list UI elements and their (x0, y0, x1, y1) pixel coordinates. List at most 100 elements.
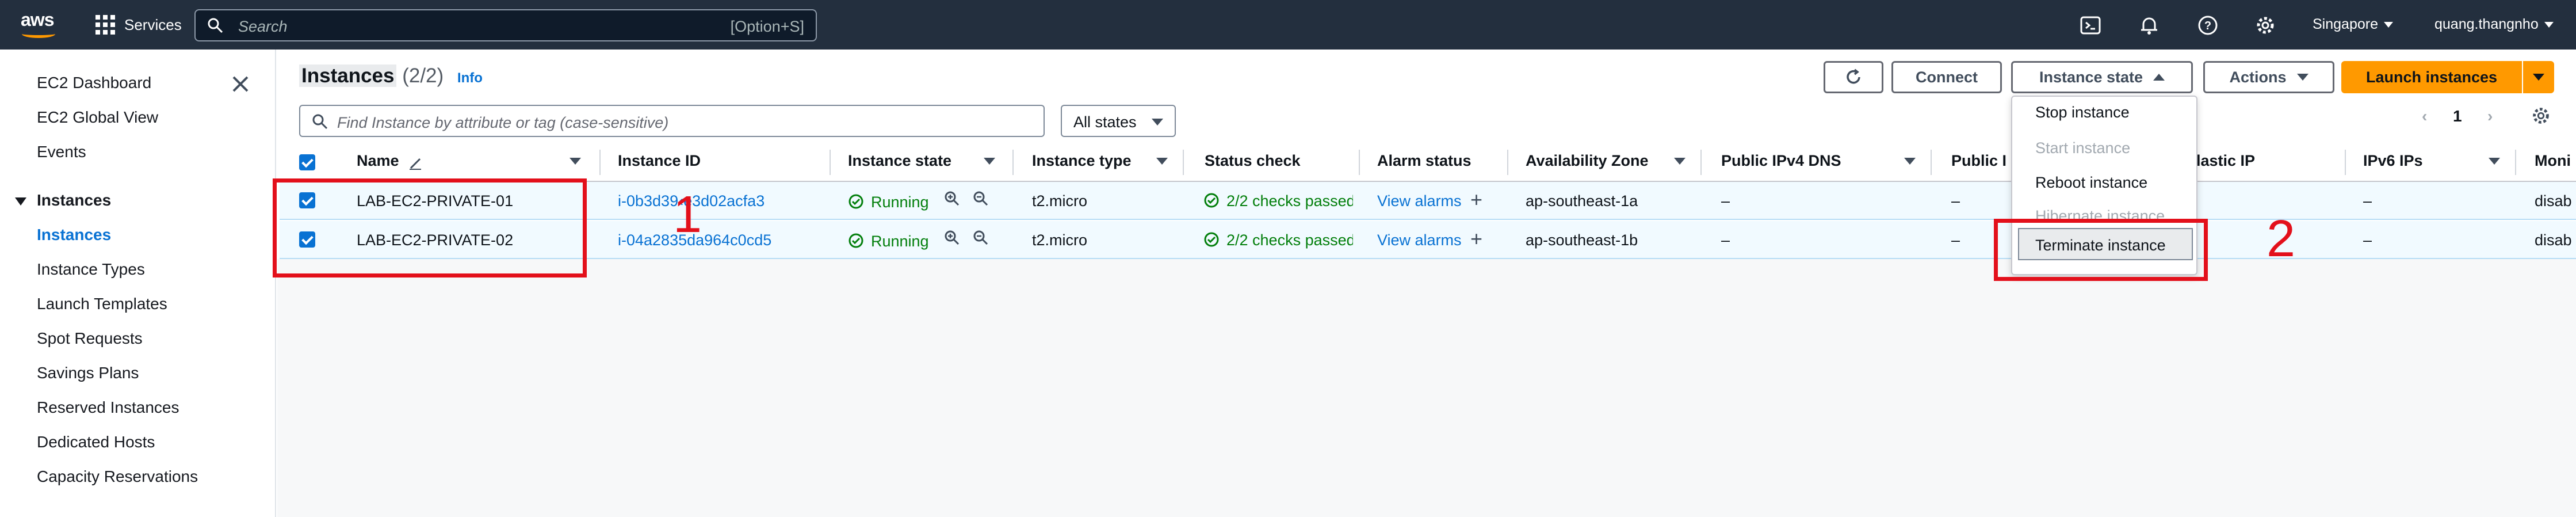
launch-instances-dropdown-button[interactable] (2523, 61, 2554, 93)
monitoring-value: disab (2535, 231, 2572, 249)
column-divider[interactable] (1183, 150, 1184, 175)
sidebar-item-launch-templates[interactable]: Launch Templates (37, 295, 167, 313)
zoom-out-icon[interactable] (972, 190, 989, 207)
global-search-input[interactable]: Search [Option+S] (194, 9, 817, 41)
column-header-instance-type[interactable]: Instance type (1032, 152, 1132, 170)
column-divider[interactable] (1012, 150, 1014, 175)
search-icon (208, 18, 223, 33)
status-check-cell: 2/2 checks passed (1203, 190, 1353, 213)
account-menu[interactable]: quang.thangnho (2434, 16, 2554, 33)
public-ipv4-dns-value: – (1721, 231, 1730, 249)
column-header-alarm-status[interactable]: Alarm status (1377, 152, 1472, 170)
public-ip-value: – (1951, 192, 1960, 210)
page-title-text: Instances (299, 64, 397, 87)
menu-item-stop-instance[interactable]: Stop instance (2035, 104, 2130, 121)
preferences-gear-icon[interactable] (2530, 105, 2552, 127)
column-divider[interactable] (1931, 150, 1932, 175)
success-check-icon (849, 233, 863, 248)
table-row[interactable]: LAB-EC2-PRIVATE-02 i-04a2835da964c0cd5 R… (280, 221, 2576, 259)
select-all-checkbox[interactable] (299, 154, 315, 170)
sidebar-section-label: Instances (37, 191, 112, 209)
sidebar-item-ec2-global-view[interactable]: EC2 Global View (37, 108, 158, 127)
previous-page-icon[interactable]: ‹ (2422, 107, 2427, 126)
refresh-icon (1847, 69, 1860, 84)
public-ipv4-dns-value: – (1721, 192, 1730, 210)
services-menu[interactable]: Services (95, 13, 182, 37)
sidebar-item-reserved-instances[interactable]: Reserved Instances (37, 398, 179, 417)
zoom-out-icon[interactable] (972, 229, 989, 246)
sidebar-item-instance-types[interactable]: Instance Types (37, 260, 145, 279)
notifications-bell-icon[interactable] (2138, 14, 2161, 37)
column-divider[interactable] (1700, 150, 1702, 175)
launch-instances-button[interactable]: Launch instances (2341, 61, 2522, 93)
sort-icon[interactable] (1904, 158, 1916, 165)
column-header-status-check[interactable]: Status check (1205, 152, 1301, 170)
states-select[interactable]: All states (1061, 105, 1176, 137)
instance-filter-input[interactable]: Find Instance by attribute or tag (case-… (299, 105, 1045, 137)
sidebar-item-spot-requests[interactable]: Spot Requests (37, 329, 143, 348)
column-divider[interactable] (830, 150, 831, 175)
region-selector[interactable]: Singapore (2313, 16, 2393, 33)
page-number[interactable]: 1 (2453, 107, 2462, 126)
settings-gear-icon[interactable] (2254, 14, 2277, 37)
column-header-name[interactable]: Name (357, 152, 399, 170)
instance-count: (2/2) (402, 64, 444, 87)
instance-state-button[interactable]: Instance state (2011, 61, 2193, 93)
sidebar-item-savings-plans[interactable]: Savings Plans (37, 364, 139, 382)
column-divider[interactable] (2515, 150, 2516, 175)
actions-button[interactable]: Actions (2203, 61, 2334, 93)
aws-logo[interactable]: aws (17, 7, 58, 43)
column-divider[interactable] (2345, 150, 2346, 175)
ipv6-ips-value: – (2363, 231, 2372, 249)
help-icon[interactable]: ? (2196, 14, 2219, 37)
sidebar-item-events[interactable]: Events (37, 143, 86, 161)
sort-icon[interactable] (2489, 158, 2500, 165)
connect-button[interactable]: Connect (1891, 61, 2002, 93)
annotation-box-terminate (1994, 219, 2208, 281)
view-alarms-link[interactable]: View alarms (1377, 231, 1462, 249)
column-header-monitoring[interactable]: Moni (2535, 152, 2571, 170)
sidebar-item-capacity-reservations[interactable]: Capacity Reservations (37, 467, 198, 486)
column-divider[interactable] (1507, 150, 1508, 175)
table-row[interactable]: LAB-EC2-PRIVATE-01 i-0b3d39‹e3d02acfa3 R… (280, 182, 2576, 220)
column-header-public-ipv4-dns[interactable]: Public IPv4 DNS (1721, 152, 1841, 170)
table-empty-area (277, 259, 2576, 517)
sidebar-item-dedicated-hosts[interactable]: Dedicated Hosts (37, 433, 155, 451)
zoom-in-icon[interactable] (943, 190, 961, 207)
chevron-down-icon (2383, 22, 2393, 28)
info-link[interactable]: Info (457, 70, 483, 86)
add-alarm-icon[interactable]: + (1470, 227, 1482, 251)
close-icon[interactable] (230, 74, 251, 94)
sort-icon[interactable] (984, 158, 995, 165)
column-header-instance-state[interactable]: Instance state (848, 152, 951, 170)
next-page-icon[interactable]: › (2487, 107, 2493, 126)
column-header-public-ip[interactable]: Public I (1951, 152, 2006, 170)
sort-icon[interactable] (1156, 158, 1168, 165)
sort-icon[interactable] (1674, 158, 1686, 165)
add-alarm-icon[interactable]: + (1470, 188, 1482, 212)
chevron-down-icon (2544, 22, 2554, 28)
column-divider[interactable] (599, 150, 601, 175)
menu-item-reboot-instance[interactable]: Reboot instance (2035, 174, 2147, 192)
sidebar-item-ec2-dashboard[interactable]: EC2 Dashboard (37, 74, 151, 92)
search-icon (312, 114, 328, 130)
cloudshell-icon[interactable] (2079, 14, 2102, 37)
edit-pencil-icon (410, 158, 421, 170)
column-header-availability-zone[interactable]: Availability Zone (1526, 152, 1649, 170)
zoom-in-icon[interactable] (943, 229, 961, 246)
column-divider[interactable] (1359, 150, 1360, 175)
caret-down-icon (2296, 74, 2309, 81)
sort-icon[interactable] (570, 158, 581, 165)
view-alarms-link[interactable]: View alarms (1377, 192, 1462, 210)
status-check-cell: 2/2 checks passed (1203, 229, 1353, 252)
column-header-ipv6-ips[interactable]: IPv6 IPs (2363, 152, 2423, 170)
sidebar-item-instances[interactable]: Instances (37, 226, 111, 244)
instance-type-value: t2.micro (1032, 231, 1088, 249)
column-header-instance-id[interactable]: Instance ID (618, 152, 701, 170)
success-check-icon (849, 194, 863, 209)
availability-zone-value: ap-southeast-1a (1526, 192, 1638, 210)
success-check-icon (1204, 193, 1219, 208)
sidebar-section-instances[interactable]: Instances (15, 191, 111, 210)
refresh-button[interactable] (1824, 61, 1883, 93)
caret-up-icon (2153, 74, 2165, 81)
